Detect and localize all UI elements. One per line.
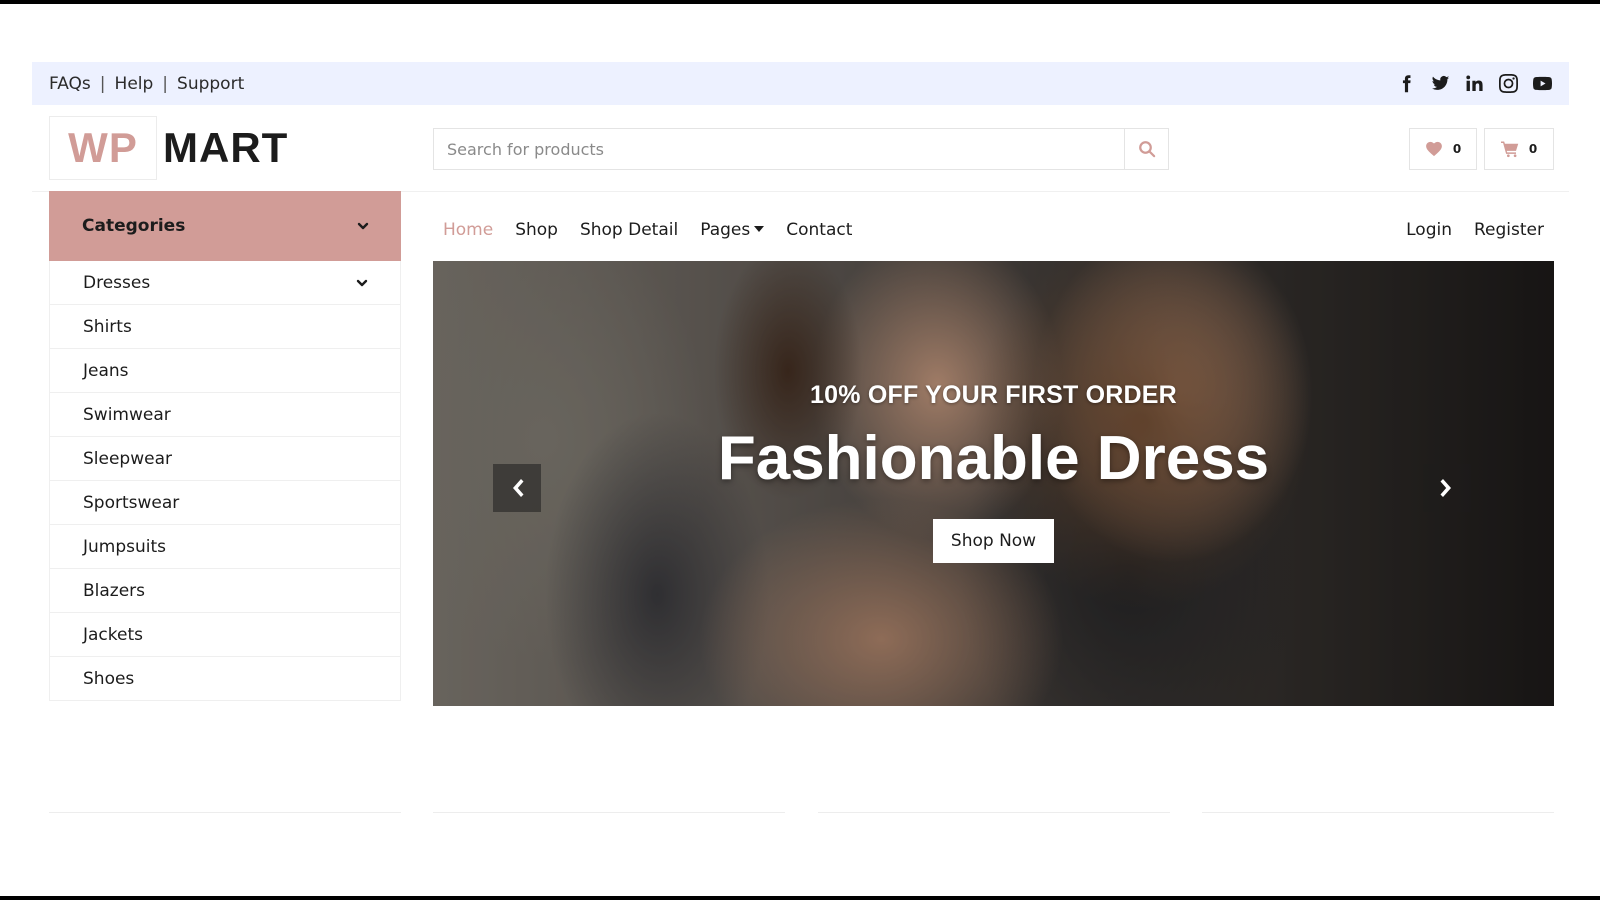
separator: | (162, 73, 169, 94)
hero-title: Fashionable Dress (717, 424, 1270, 493)
linkedin-icon[interactable] (1465, 74, 1484, 93)
search-button[interactable] (1124, 129, 1168, 169)
top-bar: FAQs | Help | Support (32, 62, 1569, 105)
category-label: Blazers (83, 580, 146, 601)
logo-wp: WP (49, 116, 157, 180)
cart-button[interactable]: 0 (1484, 128, 1554, 170)
category-label: Jumpsuits (83, 536, 167, 557)
help-link[interactable]: Help (115, 74, 154, 94)
nav-home[interactable]: Home (443, 220, 493, 240)
main-nav: Home Shop Shop Detail Pages Contact Logi… (433, 212, 1554, 248)
cart-icon (1500, 141, 1519, 158)
twitter-icon[interactable] (1431, 74, 1450, 93)
category-shirts[interactable]: Shirts (50, 305, 400, 349)
search-input[interactable] (434, 129, 1124, 169)
category-swimwear[interactable]: Swimwear (50, 393, 400, 437)
shop-now-button[interactable]: Shop Now (932, 519, 1055, 563)
search-icon (1138, 141, 1155, 158)
login-link[interactable]: Login (1406, 220, 1452, 240)
category-label: Sportswear (83, 492, 180, 513)
categories-title: Categories (82, 216, 186, 236)
category-label: Shoes (83, 668, 135, 689)
carousel-prev-button[interactable] (493, 464, 541, 512)
caret-down-icon (754, 226, 765, 232)
nav-pages-label: Pages (700, 220, 751, 240)
logo[interactable]: WP MART (49, 116, 288, 180)
category-jumpsuits[interactable]: Jumpsuits (50, 525, 400, 569)
logo-mart: MART (163, 124, 289, 171)
facebook-icon[interactable] (1397, 74, 1416, 93)
nav-shop-detail[interactable]: Shop Detail (580, 220, 678, 240)
social-links (1397, 74, 1552, 93)
category-jackets[interactable]: Jackets (50, 613, 400, 657)
category-label: Swimwear (83, 404, 171, 425)
wishlist-button[interactable]: 0 (1409, 128, 1477, 170)
category-label: Jeans (83, 360, 129, 381)
section-divider (1202, 812, 1554, 813)
section-divider (433, 812, 785, 813)
hero-caption: 10% OFF YOUR FIRST ORDER Fashionable Dre… (433, 381, 1554, 563)
categories-toggle[interactable]: Categories (49, 191, 401, 261)
category-label: Jackets (83, 624, 143, 645)
youtube-icon[interactable] (1533, 74, 1552, 93)
account-links: Login Register (1406, 220, 1544, 240)
hero-carousel: 10% OFF YOUR FIRST ORDER Fashionable Dre… (433, 261, 1554, 706)
chevron-down-icon (357, 220, 369, 232)
category-label: Dresses (83, 272, 151, 293)
category-jeans[interactable]: Jeans (50, 349, 400, 393)
nav-shop[interactable]: Shop (515, 220, 558, 240)
chevron-left-icon (513, 479, 524, 497)
chevron-right-icon (1440, 479, 1451, 497)
category-label: Sleepwear (83, 448, 172, 469)
register-link[interactable]: Register (1474, 220, 1544, 240)
separator: | (99, 73, 106, 94)
category-label: Shirts (83, 316, 132, 337)
cart-count: 0 (1528, 142, 1538, 156)
nav-contact[interactable]: Contact (786, 220, 852, 240)
category-sportswear[interactable]: Sportswear (50, 481, 400, 525)
category-dresses[interactable]: Dresses (50, 261, 400, 305)
faqs-link[interactable]: FAQs (49, 74, 91, 94)
heart-icon (1425, 141, 1442, 157)
nav-pages-dropdown[interactable]: Pages (700, 220, 765, 240)
category-blazers[interactable]: Blazers (50, 569, 400, 613)
category-shoes[interactable]: Shoes (50, 657, 400, 701)
instagram-icon[interactable] (1499, 74, 1518, 93)
category-sleepwear[interactable]: Sleepwear (50, 437, 400, 481)
page: FAQs | Help | Support WP MART Search for… (0, 4, 1600, 896)
hero-subtitle: 10% OFF YOUR FIRST ORDER (810, 381, 1177, 409)
chevron-down-icon[interactable] (356, 277, 368, 289)
carousel-next-button[interactable] (1423, 464, 1471, 512)
section-divider (49, 812, 401, 813)
support-link[interactable]: Support (177, 74, 244, 94)
wishlist-count: 0 (1452, 142, 1462, 156)
top-links: FAQs | Help | Support (49, 74, 244, 94)
category-list: Dresses Shirts Jeans Swimwear Sleepwear … (49, 261, 401, 701)
search-bar (433, 128, 1169, 170)
section-divider (818, 812, 1170, 813)
